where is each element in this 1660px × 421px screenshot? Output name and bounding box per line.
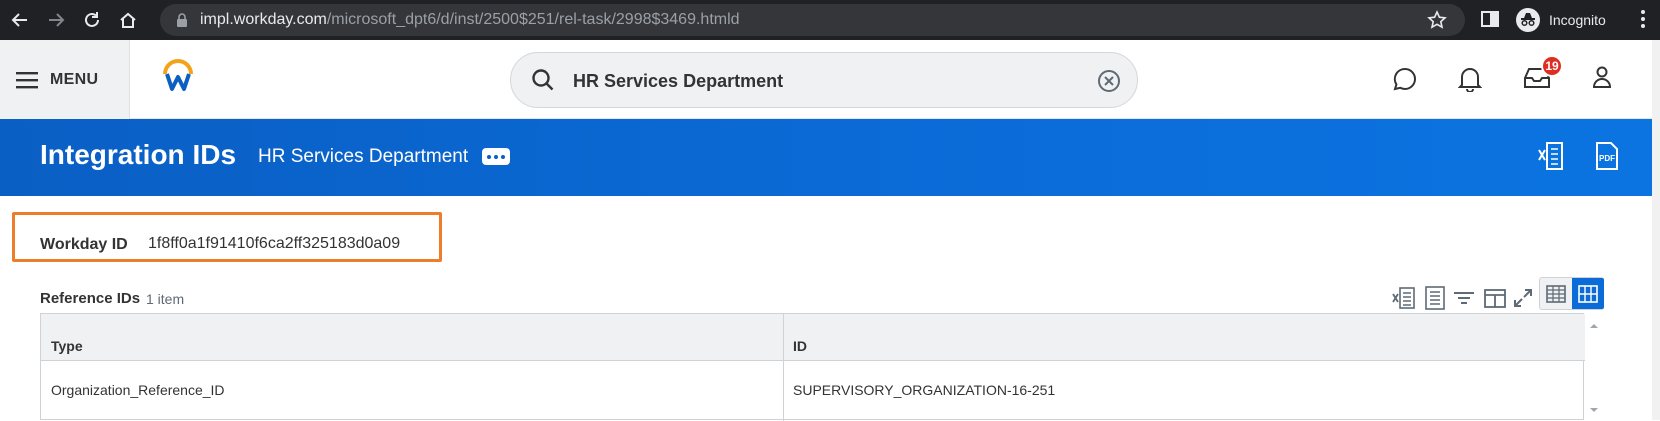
workday-logo[interactable]	[160, 58, 196, 99]
view-toggle	[1539, 277, 1604, 310]
table-header: Type ID	[41, 314, 1585, 361]
bookmark-star-icon[interactable]	[1427, 10, 1447, 35]
hamburger-icon	[16, 71, 38, 88]
reload-icon[interactable]	[80, 8, 104, 32]
reference-ids-count: 1 item	[146, 291, 185, 307]
url-text: impl.workday.com/microsoft_dpt6/d/inst/2…	[200, 11, 740, 28]
app-header: MENU 19	[0, 40, 1660, 119]
cell-type: Organization_Reference_ID	[51, 382, 225, 398]
lock-icon	[176, 13, 188, 32]
home-icon[interactable]	[116, 8, 140, 32]
search-input[interactable]	[573, 67, 1073, 95]
incognito-profile[interactable]: Incognito	[1515, 5, 1625, 35]
workday-id-label: Workday ID	[40, 236, 128, 253]
page-title: Integration IDs	[40, 139, 237, 170]
column-layout-icon[interactable]	[1483, 286, 1507, 315]
related-actions-button[interactable]	[482, 148, 510, 165]
page-subtitle: HR Services Department	[258, 146, 469, 167]
excel-export-icon[interactable]	[1538, 141, 1564, 176]
clear-search-icon[interactable]	[1097, 69, 1121, 98]
search-bar[interactable]	[510, 52, 1138, 108]
workday-id-value: 1f8ff0a1f91410f6ca2ff325183d0a09	[148, 235, 401, 252]
reference-ids-table: Type ID Organization_Reference_ID SUPERV…	[40, 313, 1585, 421]
incognito-label: Incognito	[1549, 12, 1606, 28]
notifications-bell-icon[interactable]	[1457, 66, 1483, 97]
table-view-icon[interactable]	[1540, 278, 1572, 309]
svg-text:PDF: PDF	[1599, 154, 1615, 163]
column-divider	[783, 314, 784, 421]
forward-arrow-icon[interactable]	[44, 8, 68, 32]
address-bar[interactable]: impl.workday.com/microsoft_dpt6/d/inst/2…	[160, 4, 1465, 36]
fullscreen-icon[interactable]	[1512, 286, 1534, 315]
side-panel-icon[interactable]	[1480, 9, 1500, 34]
browser-toolbar: impl.workday.com/microsoft_dpt6/d/inst/2…	[0, 0, 1660, 40]
column-header-type[interactable]: Type	[51, 338, 83, 354]
reference-ids-title: Reference IDs	[40, 290, 141, 307]
inbox-badge: 19	[1541, 55, 1563, 77]
menu-button[interactable]: MENU	[0, 40, 130, 119]
user-profile-icon[interactable]	[1592, 66, 1612, 93]
chat-icon[interactable]	[1392, 66, 1418, 97]
back-arrow-icon[interactable]	[8, 8, 32, 32]
page-scrollbar[interactable]	[1652, 40, 1660, 420]
cell-id: SUPERVISORY_ORGANIZATION-16-251	[793, 382, 1056, 398]
scroll-up-arrow-icon[interactable]	[1587, 318, 1601, 328]
export-excel-icon[interactable]	[1392, 286, 1416, 315]
menu-label: MENU	[50, 70, 99, 88]
column-header-id[interactable]: ID	[793, 338, 807, 354]
incognito-icon	[1516, 8, 1540, 32]
page-title-band: Integration IDs HR Services Department P…	[0, 119, 1652, 196]
scroll-down-arrow-icon[interactable]	[1587, 402, 1601, 412]
filter-icon[interactable]	[1452, 286, 1476, 315]
grid-view-icon[interactable]	[1572, 278, 1604, 309]
view-details-icon[interactable]	[1424, 286, 1446, 315]
search-icon	[531, 68, 555, 97]
pdf-export-icon[interactable]: PDF	[1594, 141, 1620, 176]
browser-menu-icon[interactable]	[1640, 8, 1646, 35]
